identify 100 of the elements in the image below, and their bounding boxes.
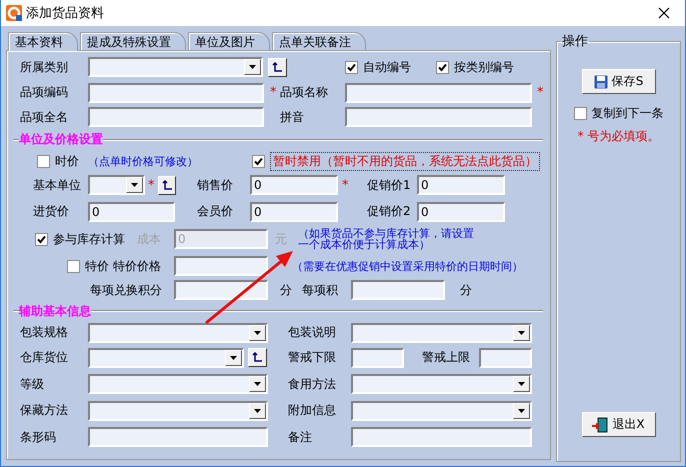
section-heading: 辅助基本信息: [19, 302, 91, 320]
close-icon: [658, 7, 670, 19]
dropdown-field[interactable]: [88, 400, 268, 420]
text-field[interactable]: [351, 280, 445, 300]
field-label: 分: [280, 282, 292, 298]
lookup-button[interactable]: [268, 58, 287, 76]
dropdown-arrow-button[interactable]: [225, 350, 242, 366]
required-mark: *: [342, 178, 348, 192]
return-arrow-icon: [162, 180, 172, 190]
field-label: 警戒上限: [422, 349, 470, 366]
field-label: 元: [275, 230, 287, 248]
checkbox[interactable]: [35, 232, 48, 246]
group-title: 操作: [561, 33, 589, 50]
text-field[interactable]: [174, 256, 268, 276]
checkbox[interactable]: [67, 260, 80, 272]
field-label: 进货价: [33, 203, 69, 220]
field-label: 所属类别: [20, 58, 68, 76]
checkbox[interactable]: [345, 60, 358, 74]
text-field[interactable]: [351, 427, 532, 447]
text-field[interactable]: 0: [417, 175, 505, 195]
field-label: 包装说明: [288, 324, 336, 341]
window-title: 添加货品资料: [26, 5, 104, 22]
text-field[interactable]: [345, 107, 532, 127]
checkbox-label[interactable]: 自动编号: [363, 58, 411, 76]
field-label: 备注: [288, 428, 312, 446]
tab[interactable]: 点单关联备注: [272, 32, 366, 50]
text-field[interactable]: [174, 280, 268, 300]
field-label: 每项积: [302, 282, 338, 298]
checkbox[interactable]: [574, 107, 586, 120]
exit-button[interactable]: 退出X: [582, 412, 656, 437]
hint-text: （如果货品不参与库存计算，请设置 一个成本价便于计算成本）: [298, 228, 474, 250]
dropdown-field[interactable]: [88, 374, 268, 394]
field-label: 每项兑换积分: [90, 282, 162, 298]
dropdown-field[interactable]: [351, 322, 532, 342]
field-label: 保藏方法: [20, 402, 68, 419]
lookup-button[interactable]: [248, 348, 267, 367]
field-label: 促销价2: [367, 203, 411, 220]
hint-text: （需要在优惠促销中设置采用特价的日期时间）: [292, 260, 523, 272]
field-label: 食用方法: [288, 376, 336, 392]
field-label: 特价价格: [113, 258, 161, 274]
required-hint: * 号为必填项。: [578, 128, 660, 145]
field-label: 品项全名: [20, 108, 68, 126]
field-label: 品项编码: [20, 84, 68, 101]
dropdown-field[interactable]: [351, 400, 532, 420]
required-mark: *: [537, 85, 544, 100]
field-label: 包装规格: [20, 324, 68, 341]
dropdown-arrow-button[interactable]: [513, 402, 530, 418]
dropdown-arrow-button[interactable]: [513, 376, 530, 392]
section-heading: 单位及价格设置: [19, 131, 103, 148]
text-field[interactable]: 0: [250, 175, 338, 195]
dropdown-arrow-button[interactable]: [513, 324, 530, 340]
checkbox-label[interactable]: 按类别编号: [454, 58, 514, 76]
return-arrow-icon: [272, 62, 283, 72]
text-field[interactable]: 0: [417, 202, 505, 222]
dropdown-arrow-button[interactable]: [249, 402, 266, 418]
dropdown-arrow-button[interactable]: [126, 177, 143, 193]
field-label: 会员价: [197, 203, 233, 220]
caret-icon: [518, 408, 525, 412]
dropdown-arrow-button[interactable]: [249, 376, 266, 392]
checkbox-label[interactable]: 参与库存计算: [53, 230, 125, 248]
field-label: 成本: [137, 230, 161, 248]
dropdown-field[interactable]: [88, 322, 268, 342]
field-label: 分: [460, 282, 472, 298]
checkbox-label[interactable]: 复制到下一条: [592, 105, 664, 122]
checkbox-label[interactable]: 时价: [55, 152, 79, 170]
checkbox[interactable]: [37, 154, 50, 168]
text-field[interactable]: [88, 82, 264, 102]
field-label: 仓库货位: [20, 349, 68, 366]
caret-icon: [230, 356, 237, 360]
field-label: 品项名称: [280, 84, 328, 101]
checkbox-label[interactable]: 特价: [85, 258, 109, 274]
caret-icon: [254, 382, 261, 386]
text-field[interactable]: [88, 427, 268, 447]
field-label: 促销价1: [367, 176, 411, 194]
dropdown-arrow-button[interactable]: [244, 59, 261, 75]
checkbox[interactable]: [252, 154, 265, 168]
text-field[interactable]: 0: [88, 202, 175, 222]
checkbox[interactable]: [436, 60, 449, 74]
tab[interactable]: 基本资料: [8, 32, 78, 51]
required-mark: *: [148, 178, 154, 192]
tab[interactable]: 单位及图片: [188, 32, 270, 50]
dropdown-field[interactable]: [88, 57, 263, 77]
hint-text: （点单时价格可修改）: [88, 156, 198, 166]
app-icon: [6, 5, 22, 21]
dropdown-arrow-button[interactable]: [249, 324, 266, 340]
field-label: 销售价: [197, 176, 233, 194]
text-field[interactable]: [345, 82, 532, 102]
text-field[interactable]: [88, 107, 264, 127]
text-field[interactable]: 0: [250, 202, 338, 222]
text-field[interactable]: [479, 348, 532, 368]
dropdown-field[interactable]: [88, 348, 244, 368]
text-field[interactable]: [351, 348, 404, 368]
save-button[interactable]: 保存S: [582, 69, 656, 94]
tab[interactable]: 提成及特殊设置: [80, 32, 186, 50]
dropdown-field[interactable]: [88, 175, 145, 195]
dropdown-field[interactable]: [351, 374, 532, 394]
return-arrow-icon: [252, 352, 263, 363]
field-label: 拼音: [280, 108, 304, 126]
required-mark: *: [270, 85, 276, 100]
lookup-button[interactable]: [158, 176, 176, 194]
